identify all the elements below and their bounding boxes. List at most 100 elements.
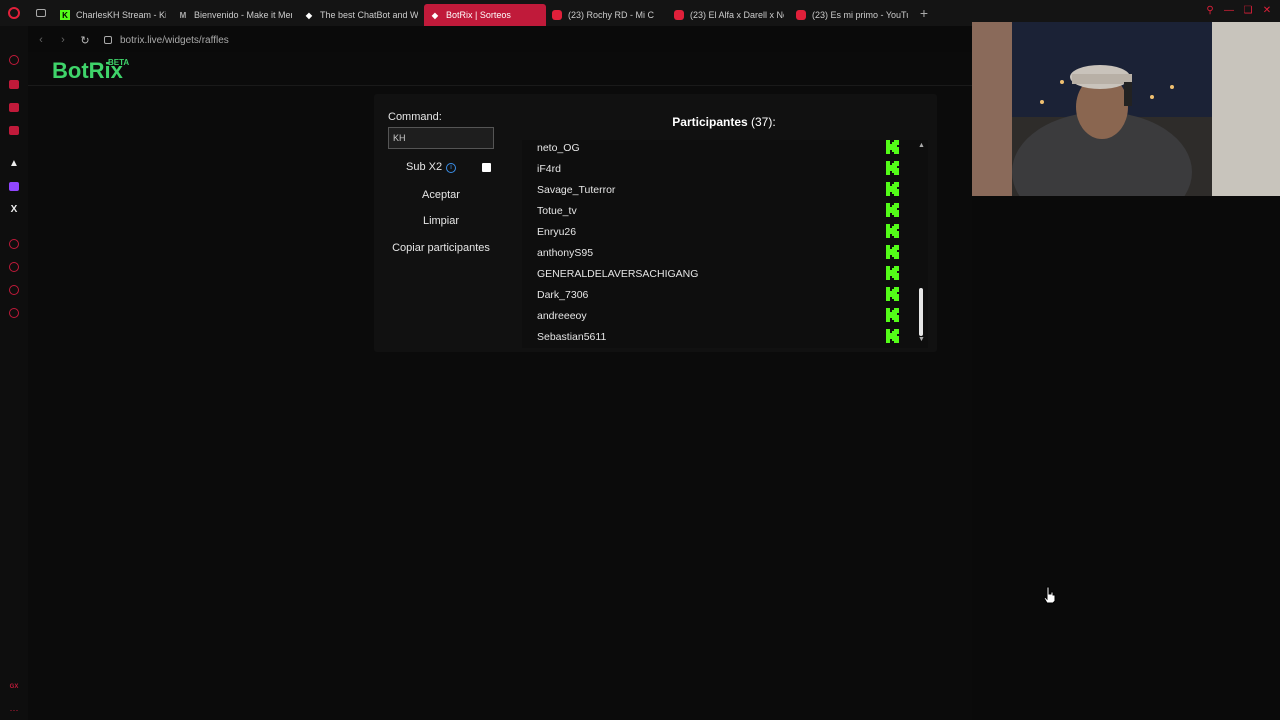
participants-list[interactable]: neto_OG iF4rd Savage_Tuterror Totue_tv Enryu… xyxy=(522,140,928,348)
participant-row: andreeeoy xyxy=(522,307,912,328)
tab-menu-icon[interactable] xyxy=(28,0,54,26)
tab-label: The best ChatBot and W xyxy=(320,10,418,20)
youtube-icon xyxy=(796,10,806,20)
participant-name: Totue_tv xyxy=(537,205,577,217)
command-input[interactable] xyxy=(388,127,494,149)
participants-title-label: Participantes xyxy=(672,115,748,129)
tab-label: Bienvenido - Make it Men xyxy=(194,10,292,20)
browser-tab[interactable]: (23) El Alfa x Darell x Nor xyxy=(668,4,790,26)
browser-sidebar: ▲ X GX ⋯ xyxy=(0,26,28,720)
address-bar: ‹ › ↻ botrix.live/widgets/raffles xyxy=(28,28,972,52)
participant-row: iF4rd xyxy=(522,160,912,181)
close-icon[interactable]: ✕ xyxy=(1260,5,1274,19)
browser-tab[interactable]: ◆ BotRix | Sorteos xyxy=(424,4,546,26)
botrix-icon: ◆ xyxy=(431,10,439,20)
participant-row: anthonyS95 xyxy=(522,244,912,265)
participant-row: Sebastian5611 xyxy=(522,328,912,348)
tab-label: (23) Rochy RD - Mi C xyxy=(568,10,655,20)
history-icon[interactable] xyxy=(8,54,20,66)
webcam-image xyxy=(972,22,1280,196)
sub-x2-label: Sub X2 xyxy=(406,161,443,173)
botrix-icon: ◆ xyxy=(305,10,313,20)
kick-icon xyxy=(886,224,899,238)
tab-label: (23) Es mi primo - YouTub xyxy=(812,10,908,20)
kick-icon xyxy=(886,182,899,196)
clock-icon[interactable] xyxy=(8,261,20,273)
aria-icon[interactable]: ▲ xyxy=(8,157,20,169)
header-divider xyxy=(28,85,972,86)
participants-title: Participantes (37): xyxy=(634,115,814,129)
scrollbar[interactable]: ▲ ▼ xyxy=(918,140,925,348)
browser-tab[interactable]: K CharlesKH Stream - Kick xyxy=(54,4,172,26)
participant-row: neto_OG xyxy=(522,140,912,160)
clear-button[interactable]: Limpiar xyxy=(388,212,494,230)
browser-tab[interactable]: ◆ The best ChatBot and W xyxy=(298,4,424,26)
hand-cursor-icon xyxy=(1043,586,1056,604)
copy-participants-button[interactable]: Copiar participantes xyxy=(382,239,500,257)
sub-x2-checkbox[interactable] xyxy=(482,163,491,172)
kick-icon: K xyxy=(60,10,70,20)
page-content: BotRix BETA Command: Sub X2 i Aceptar Li… xyxy=(28,52,972,720)
lock-icon xyxy=(104,36,112,44)
kick-icon xyxy=(886,245,899,259)
kick-icon xyxy=(886,161,899,175)
tab-label: (23) El Alfa x Darell x Nor xyxy=(690,10,784,20)
webcam-overlay xyxy=(972,22,1280,196)
youtube-icon xyxy=(674,10,684,20)
reload-icon[interactable]: ↻ xyxy=(76,31,94,49)
scroll-up-icon[interactable]: ▲ xyxy=(918,142,925,149)
kick-icon xyxy=(886,308,899,322)
x-twitter-icon[interactable]: X xyxy=(8,203,20,215)
participant-name: GENERALDELAVERSACHIGANG xyxy=(537,268,699,280)
scrollbar-thumb[interactable] xyxy=(919,288,923,336)
url-field[interactable]: botrix.live/widgets/raffles xyxy=(120,35,229,46)
beta-badge: BETA xyxy=(108,58,130,67)
scroll-down-icon[interactable]: ▼ xyxy=(918,336,925,343)
browser-tab[interactable]: M Bienvenido - Make it Men xyxy=(172,4,298,26)
participant-row: Totue_tv xyxy=(522,202,912,223)
settings-icon[interactable] xyxy=(8,307,20,319)
info-icon[interactable]: i xyxy=(446,163,456,173)
participant-name: Savage_Tuterror xyxy=(537,184,616,196)
kick-icon xyxy=(886,140,899,154)
search-icon[interactable]: ⚲ xyxy=(1203,5,1217,19)
participants-count: (37): xyxy=(751,115,776,129)
maximize-icon[interactable]: ❑ xyxy=(1241,5,1255,19)
sub-x2-row: Sub X2 i xyxy=(388,160,494,176)
participant-name: anthonyS95 xyxy=(537,247,594,259)
raffle-panel: Command: Sub X2 i Aceptar Limpiar Copiar… xyxy=(374,94,937,352)
botrix-logo[interactable]: BotRix BETA xyxy=(52,58,129,84)
mm-icon: M xyxy=(179,10,187,20)
back-icon[interactable]: ‹ xyxy=(32,31,50,49)
participant-name: neto_OG xyxy=(537,142,580,154)
participant-name: Sebastian5611 xyxy=(537,331,607,343)
participant-name: Dark_7306 xyxy=(537,289,589,301)
participant-row: GENERALDELAVERSACHIGANG xyxy=(522,265,912,286)
participant-row: Enryu26 xyxy=(522,223,912,244)
browser-tab[interactable]: (23) Rochy RD - Mi C xyxy=(546,4,668,26)
minimize-icon[interactable]: — xyxy=(1222,5,1236,19)
kick-icon xyxy=(886,266,899,280)
participant-name: Enryu26 xyxy=(537,226,577,238)
accept-button[interactable]: Aceptar xyxy=(388,186,494,204)
twitch-icon[interactable] xyxy=(8,180,20,192)
forward-icon[interactable]: › xyxy=(54,31,72,49)
cube-icon[interactable] xyxy=(8,284,20,296)
command-label: Command: xyxy=(388,111,442,123)
participant-name: andreeeoy xyxy=(537,310,587,322)
shop-icon[interactable] xyxy=(8,78,20,90)
tab-label: BotRix | Sorteos xyxy=(446,10,511,20)
participant-row: Savage_Tuterror xyxy=(522,181,912,202)
chat-icon[interactable] xyxy=(8,101,20,113)
kick-icon xyxy=(886,203,899,217)
tab-label: CharlesKH Stream - Kick xyxy=(76,10,166,20)
gx-control-label[interactable]: GX xyxy=(8,681,20,693)
new-tab-button[interactable]: + xyxy=(914,5,934,21)
browser-tab[interactable]: (23) Es mi primo - YouTub xyxy=(790,4,914,26)
messenger-icon[interactable] xyxy=(8,124,20,136)
more-icon[interactable]: ⋯ xyxy=(8,704,20,716)
opera-logo-icon[interactable] xyxy=(0,0,28,26)
kick-icon xyxy=(886,287,899,301)
player-icon[interactable] xyxy=(8,238,20,250)
youtube-icon xyxy=(552,10,562,20)
